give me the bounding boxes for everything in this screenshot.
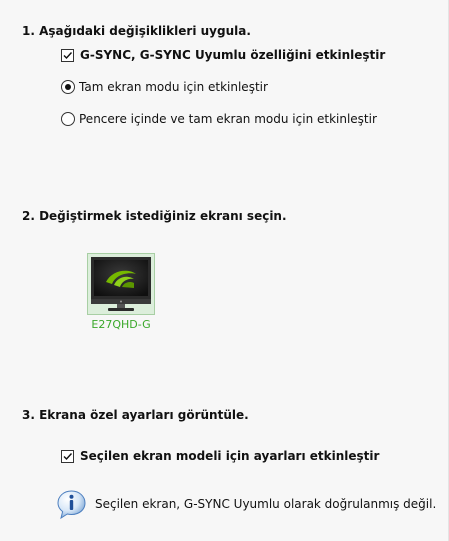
radio-fullscreen[interactable]: Tam ekran modu için etkinleştir <box>61 80 268 94</box>
gsync-enable-label: G-SYNC, G-SYNC Uyumlu özelliğini etkinle… <box>80 48 386 62</box>
radio-fullscreen-label: Tam ekran modu için etkinleştir <box>79 80 268 94</box>
section2-heading: 2. Değiştirmek istediğiniz ekranı seçin. <box>22 209 287 223</box>
radio-windowed-fullscreen-label: Pencere içinde ve tam ekran modu için et… <box>79 112 377 126</box>
display-name[interactable]: E27QHD-G <box>74 318 168 331</box>
checkbox-checked-icon[interactable] <box>61 48 74 62</box>
section3-heading: 3. Ekrana özel ayarları görüntüle. <box>22 408 249 422</box>
model-settings-label: Seçilen ekran modeli için ayarları etkin… <box>80 449 380 463</box>
info-message: Seçilen ekran, G-SYNC Uyumlu olarak doğr… <box>95 497 437 511</box>
info-icon <box>57 490 86 520</box>
gsync-settings-panel: 1. Aşağıdaki değişiklikleri uygula. G-SY… <box>0 0 449 541</box>
section1-heading: 1. Aşağıdaki değişiklikleri uygula. <box>22 24 251 38</box>
model-settings-checkbox[interactable]: Seçilen ekran modeli için ayarları etkin… <box>61 449 379 463</box>
radio-windowed-fullscreen[interactable]: Pencere içinde ve tam ekran modu için et… <box>61 112 377 126</box>
gsync-enable-checkbox[interactable]: G-SYNC, G-SYNC Uyumlu özelliğini etkinle… <box>61 48 385 62</box>
radio-selected-icon[interactable] <box>61 80 75 94</box>
radio-unselected-icon[interactable] <box>61 112 75 126</box>
display-tile[interactable] <box>87 253 155 315</box>
nvidia-monitor-icon <box>91 257 151 311</box>
checkbox-checked-icon[interactable] <box>61 449 74 463</box>
